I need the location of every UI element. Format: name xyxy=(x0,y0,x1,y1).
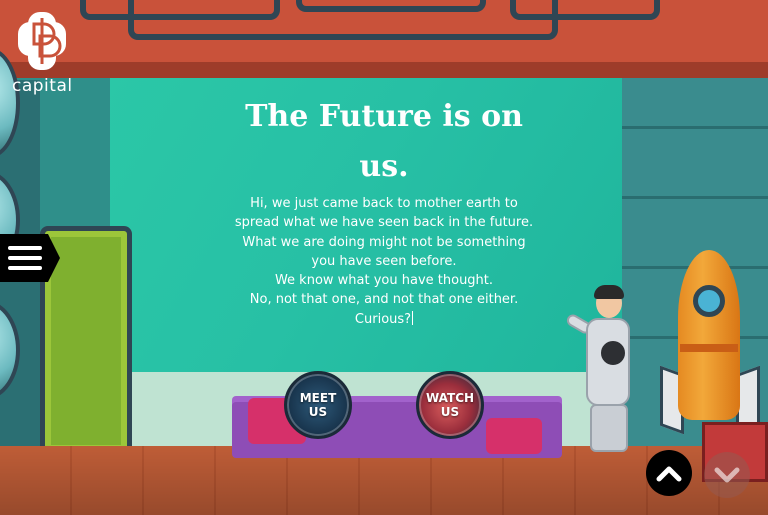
hero-body-text: Hi, we just came back to mother earth to… xyxy=(222,194,546,329)
capital-logo-icon xyxy=(18,12,66,70)
hero-headline: The Future is on us. xyxy=(244,92,524,192)
body-line: We know what you have thought. xyxy=(274,273,494,289)
wall-slat xyxy=(622,196,768,199)
body-line: Curious? xyxy=(354,311,412,327)
scroll-up-button[interactable] xyxy=(646,450,692,496)
body-line-last: Curious? xyxy=(222,310,546,329)
hero-headline-line: us. xyxy=(359,149,409,184)
rocket-window xyxy=(693,285,725,317)
watch-us-label: US xyxy=(440,405,460,419)
wall-slat xyxy=(622,126,768,129)
astronaut-hair xyxy=(594,285,624,299)
body-line: What we are doing might not be something xyxy=(242,234,526,250)
hamburger-menu-icon xyxy=(0,234,60,282)
watch-us-label: WATCH xyxy=(425,391,475,405)
typing-caret xyxy=(412,310,414,325)
astronaut-helmet xyxy=(598,338,628,368)
chevron-down-icon xyxy=(714,467,740,483)
meet-us-label: US xyxy=(308,405,328,419)
meet-us-label: MEET xyxy=(299,391,337,405)
ceiling-shade xyxy=(0,62,768,78)
hamburger-menu-button[interactable] xyxy=(0,234,60,282)
rocket-illustration xyxy=(678,250,740,420)
meet-us-button[interactable]: MEET US xyxy=(284,371,352,439)
brand-logo-link[interactable]: capital xyxy=(8,10,76,96)
body-line: No, not that one, and not that one eithe… xyxy=(249,292,519,308)
chevron-up-icon xyxy=(656,466,682,482)
body-line: you have seen before. xyxy=(311,253,457,269)
body-line: spread what we have seen back in the fut… xyxy=(234,215,534,231)
watch-us-button[interactable]: WATCH US xyxy=(416,371,484,439)
ceiling-pipe xyxy=(510,0,660,20)
scroll-down-button[interactable] xyxy=(704,452,750,498)
brand-name: capital xyxy=(12,76,73,96)
ceiling-pipe xyxy=(296,0,486,12)
stage-seat xyxy=(486,418,542,454)
astronaut-legs xyxy=(590,404,628,452)
body-line: Hi, we just came back to mother earth to xyxy=(250,196,518,211)
rocket-band xyxy=(680,344,738,352)
hero-headline-line: The Future is on xyxy=(245,99,523,134)
